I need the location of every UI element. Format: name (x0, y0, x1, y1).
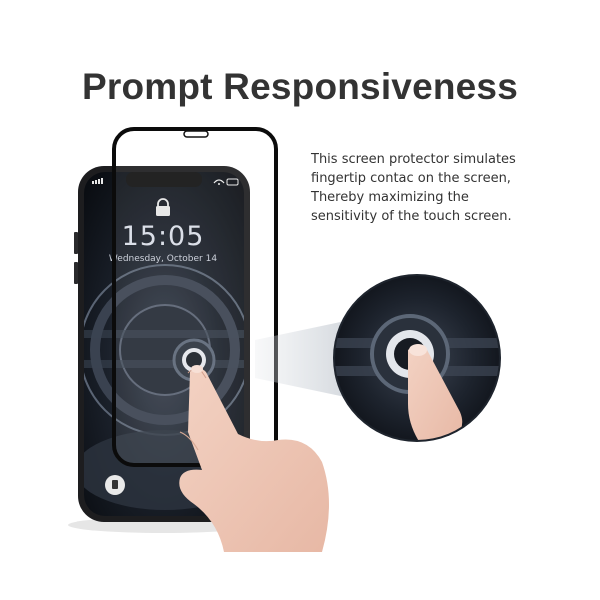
protector-speaker-cutout (183, 130, 209, 138)
volume-button (74, 262, 78, 284)
product-illustration: 15:05 Wednesday, October 14 (68, 127, 501, 552)
zoom-detail (333, 274, 501, 442)
volume-button (74, 232, 78, 254)
flashlight-icon (105, 475, 125, 495)
